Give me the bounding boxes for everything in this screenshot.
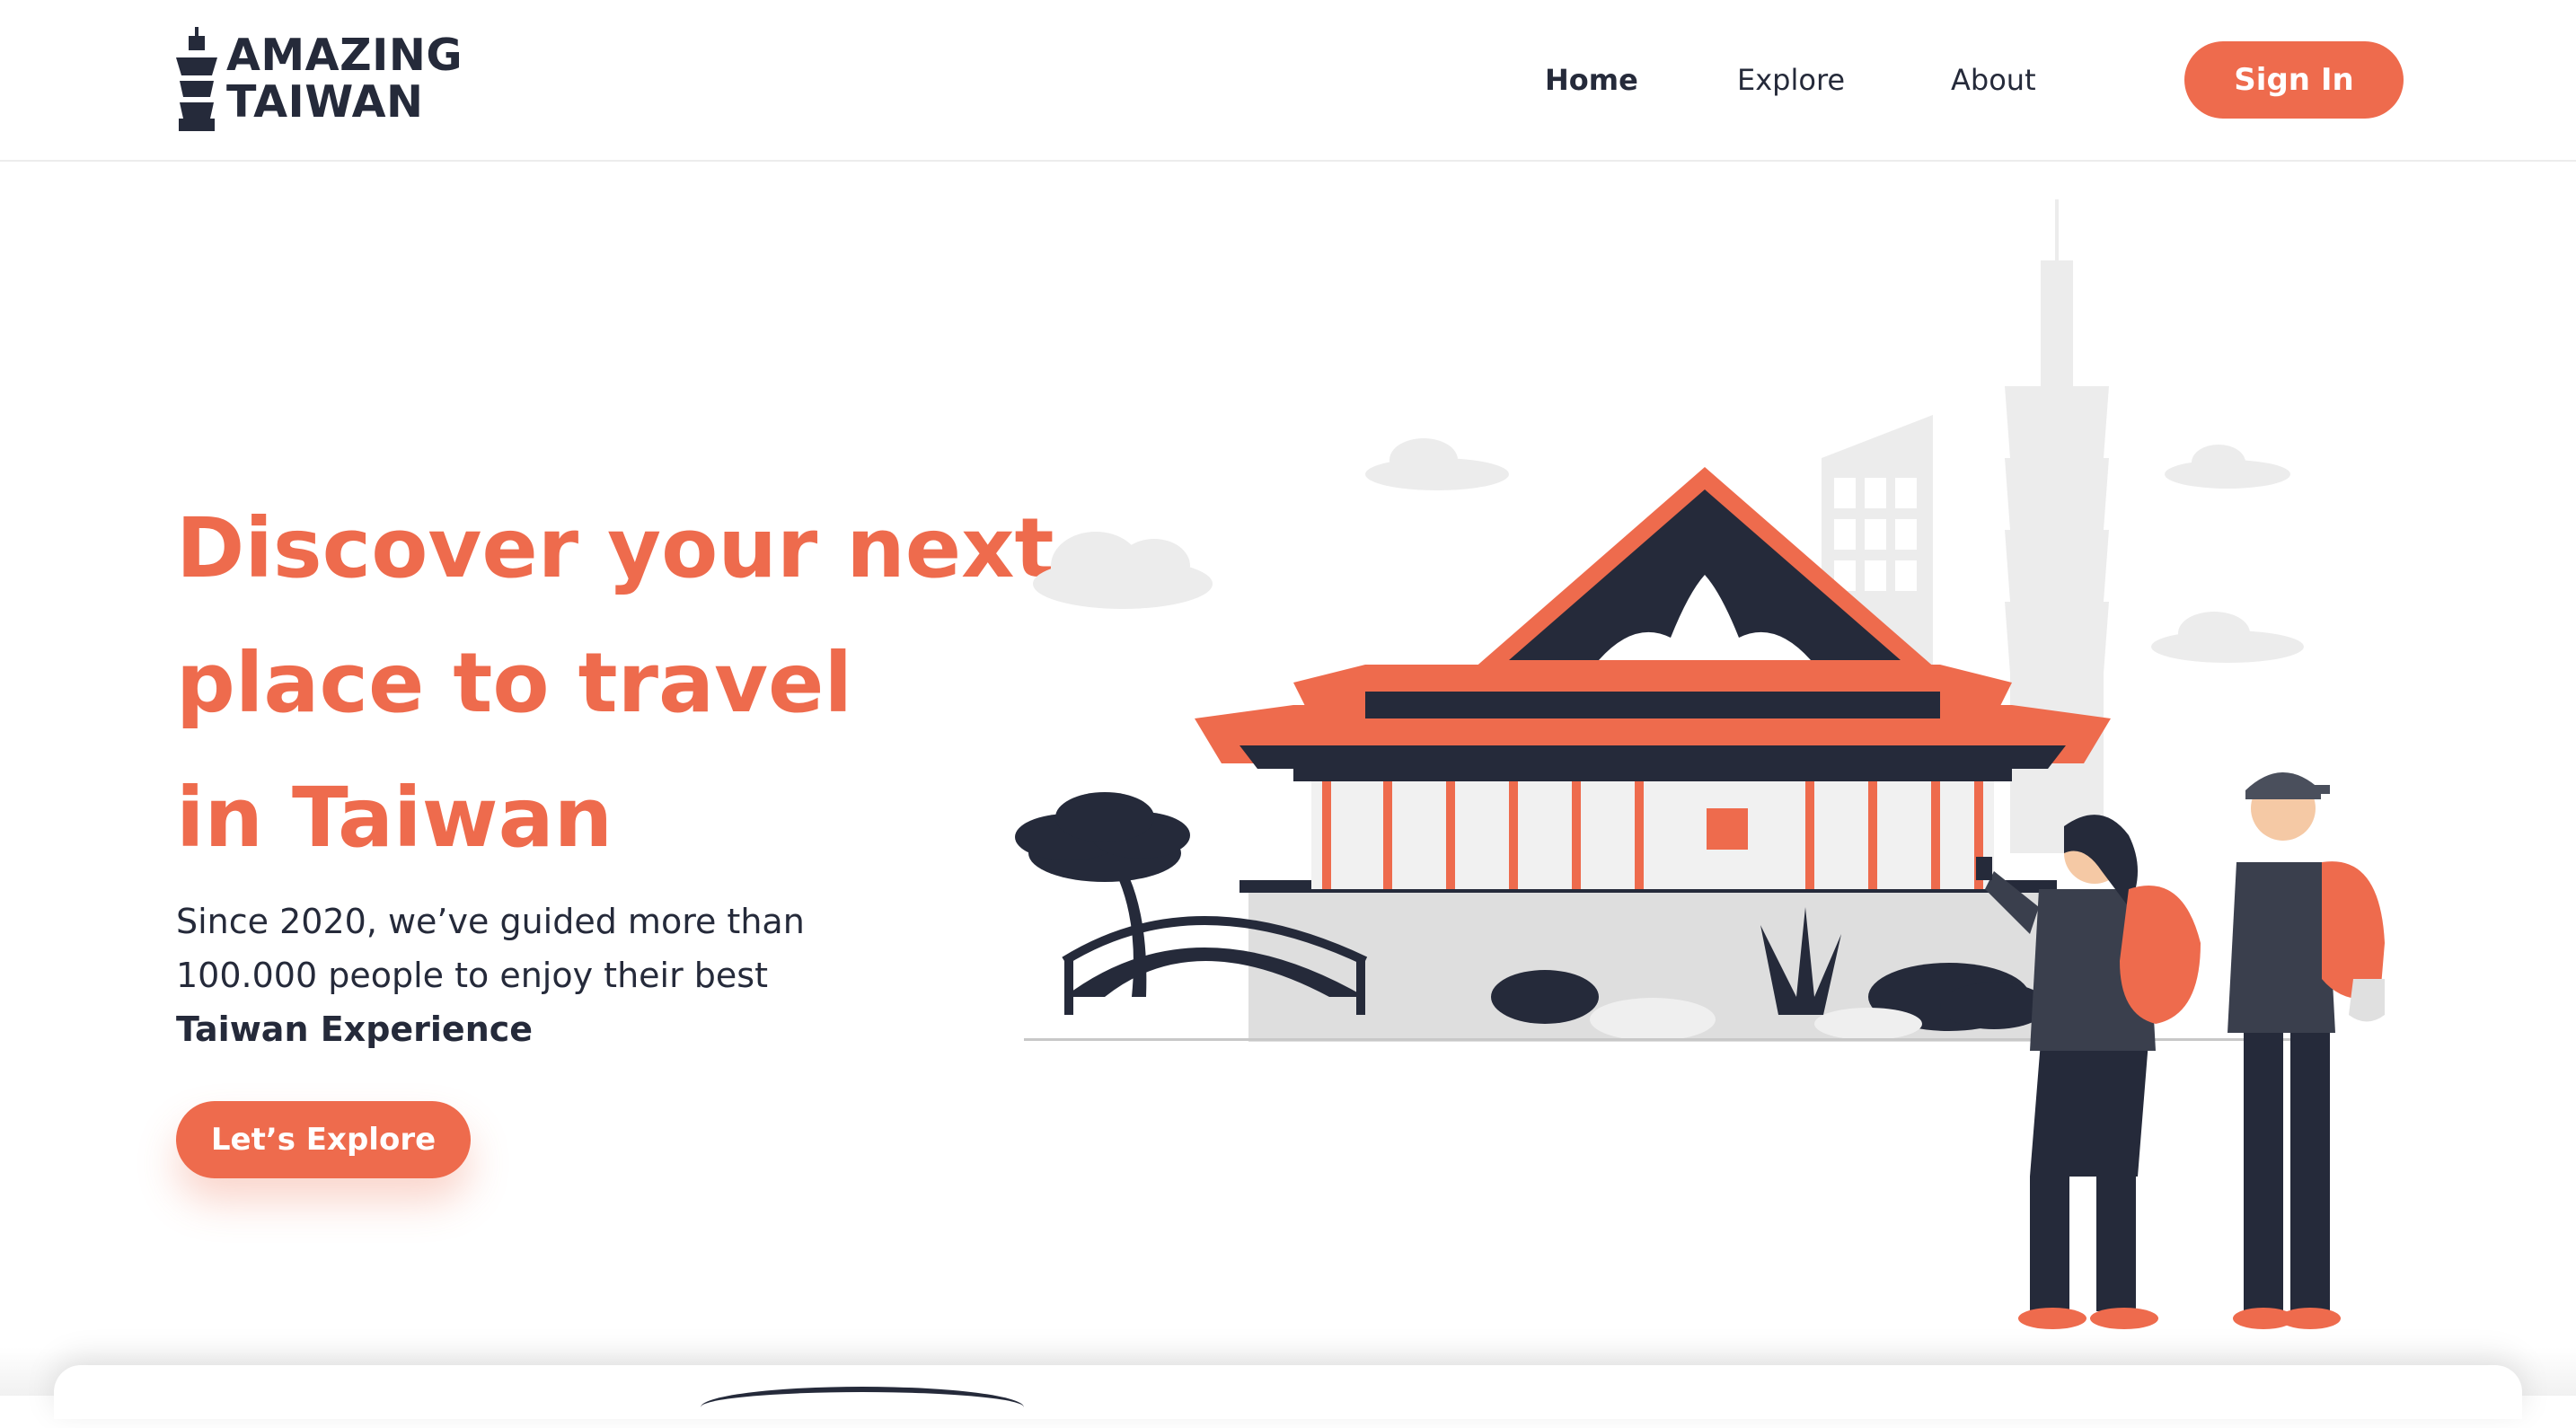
lets-explore-button[interactable]: Let’s Explore — [176, 1101, 471, 1178]
hero-subtitle-highlight: Taiwan Experience — [176, 1009, 534, 1049]
hero-subtitle-line-2: 100.000 people to enjoy their best — [176, 956, 768, 995]
taiwan-travel-illustration — [1015, 199, 2385, 1329]
top-navigation-bar: AMAZING TAIWAN Home Explore About Sign I… — [0, 0, 2576, 162]
next-section-card — [54, 1365, 2522, 1419]
logo-wordmark: AMAZING TAIWAN — [226, 32, 463, 126]
hero-subtitle: Since 2020, we’ve guided more than 100.0… — [176, 895, 913, 1056]
taipei-101-logo-icon — [176, 27, 217, 131]
logo-line-1: AMAZING — [226, 30, 463, 81]
male-traveler-illustration — [2228, 772, 2385, 1329]
temple-illustration — [1195, 467, 2111, 1042]
next-section-wave — [701, 1387, 1024, 1428]
amazing-taiwan-logo[interactable]: AMAZING TAIWAN — [176, 27, 463, 131]
nav-link-explore[interactable]: Explore — [1737, 57, 1845, 102]
logo-line-2: TAIWAN — [226, 76, 424, 128]
hero-subtitle-line-1: Since 2020, we’ve guided more than — [176, 902, 805, 941]
sign-in-button[interactable]: Sign In — [2184, 41, 2404, 119]
nav-link-about[interactable]: About — [1951, 57, 2036, 102]
female-traveler-illustration — [1976, 815, 2201, 1329]
nav-link-home[interactable]: Home — [1545, 57, 1638, 102]
